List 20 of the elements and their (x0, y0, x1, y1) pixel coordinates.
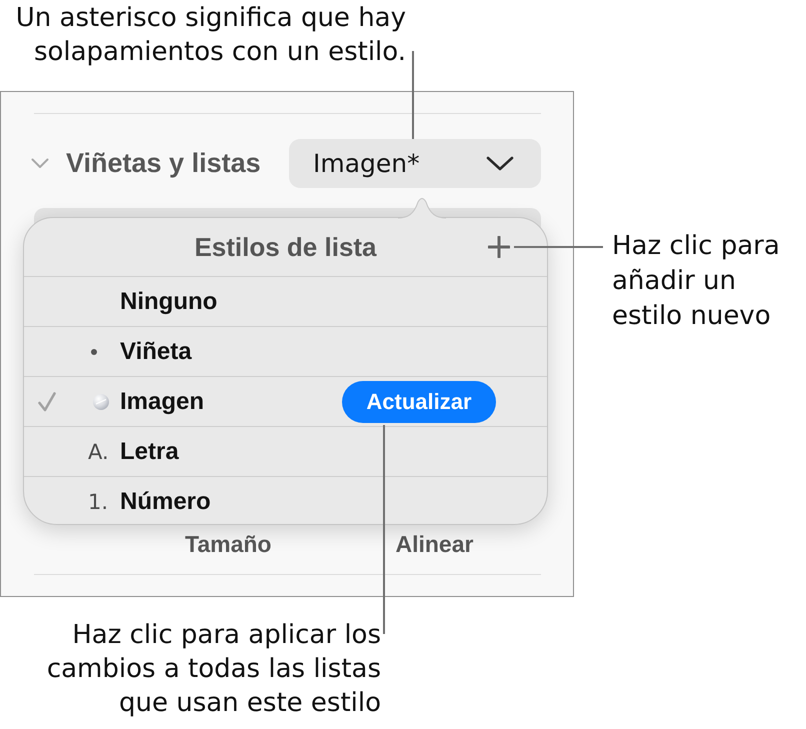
list-style-option[interactable]: Imagen (120, 388, 204, 416)
list-style-option[interactable]: Viñeta (120, 338, 192, 366)
list-marker: 1. (88, 490, 108, 514)
list-style-option[interactable]: Número (120, 488, 211, 516)
popover-title: Estilos de lista (194, 232, 377, 262)
glossy-disc-icon (93, 394, 109, 410)
callout-text: Haz clic para aplicar los cambios a todas las listas que usan este estilo (46, 619, 381, 720)
add-icon[interactable] (488, 236, 510, 258)
update-button[interactable]: Actualizar (342, 380, 496, 422)
section-title: Viñetas y listas (66, 148, 261, 179)
bullet-icon (91, 348, 97, 354)
field-label: Tamaño (185, 530, 272, 558)
list-marker: A. (88, 440, 109, 464)
list-style-option[interactable]: Ninguno (120, 288, 218, 316)
chevron-down-icon (486, 156, 514, 171)
list-style-option[interactable]: Letra (120, 438, 179, 466)
callout-text: Haz clic para añadir un estilo nuevo (612, 230, 780, 333)
callout-text: Un asterisco significa que hay solapamientos con un estilo. (16, 2, 406, 69)
style-popup-button[interactable]: Imagen* (289, 139, 541, 188)
field-label: Alinear (395, 530, 474, 558)
